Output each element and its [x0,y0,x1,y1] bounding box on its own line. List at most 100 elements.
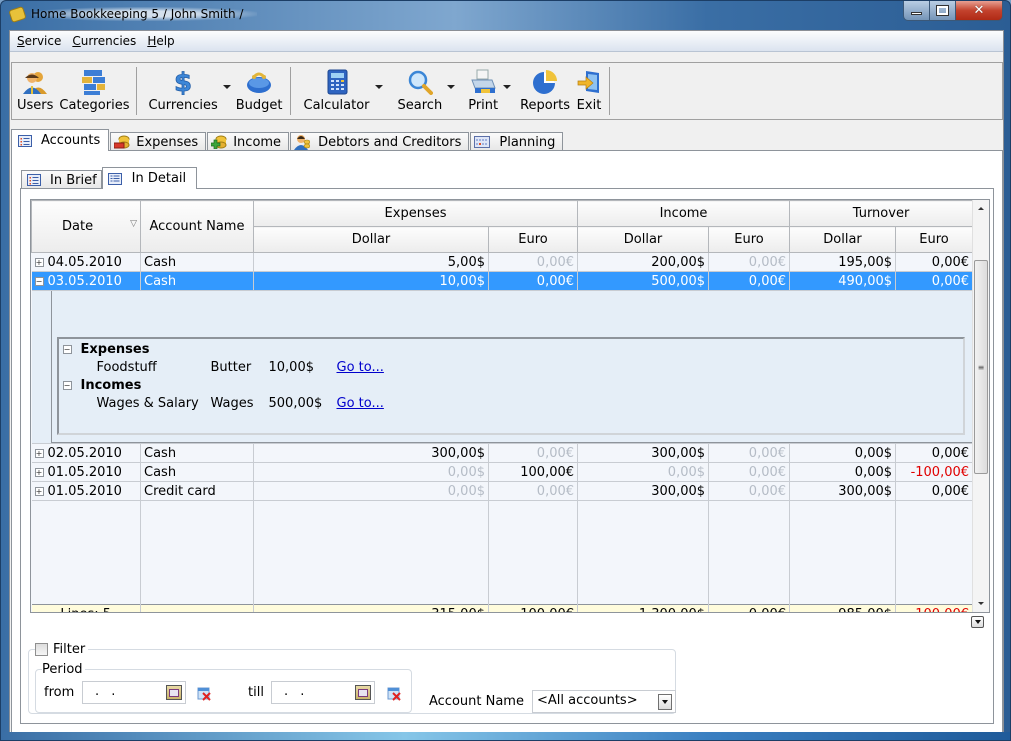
expand-icon[interactable]: + [34,448,44,458]
collapse-icon[interactable]: − [34,276,44,286]
tab-accounts[interactable]: Accounts [11,129,110,151]
search-dropdown-arrow[interactable] [445,67,457,115]
total-inc-eur: 0,00€ [708,604,791,612]
currencies-dropdown-arrow[interactable] [221,67,233,115]
detail-amount: 500,00$ [268,395,323,411]
calculator-button[interactable]: Calculator [301,67,373,115]
calendar-grid-icon [474,135,491,149]
go-to-link[interactable]: Go to... [337,396,384,411]
total-exp-usd: 315,00$ [253,604,489,612]
header-expenses-dollar[interactable]: Dollar [253,226,489,253]
calculator-dropdown-arrow[interactable] [373,67,385,115]
tab-debtors-creditors[interactable]: Debtors and Creditors [290,132,470,151]
collapse-icon[interactable]: − [62,344,72,354]
tab-planning[interactable]: Planning [470,132,564,151]
table-row[interactable]: +01.05.2010 Cash 0,00$ 100,00€ 0,00$ 0,0… [31,462,974,482]
from-date-input[interactable]: . . [82,681,186,704]
header-income-euro[interactable]: Euro [708,226,791,253]
cell-exp-eur: 0,00€ [488,271,579,291]
cell-exp-usd: 5,00$ [253,252,489,272]
collapse-icon[interactable]: − [62,380,72,390]
main-tab-strip: Accounts Expenses Income Debtors and Cre… [11,129,564,151]
exit-button[interactable]: Exit [573,67,605,115]
header-income-dollar[interactable]: Dollar [577,226,710,253]
sort-descending-icon: ▽ [130,219,137,229]
table-row-selected[interactable]: −03.05.2010 Cash 10,00$ 0,00€ 500,00$ 0,… [31,271,974,291]
group-label: Incomes [80,377,142,393]
currencies-button[interactable]: $ Currencies [145,67,220,115]
header-turnover-dollar[interactable]: Dollar [789,226,897,253]
list-icon [17,134,33,148]
header-account-name[interactable]: Account Name [140,200,254,253]
scroll-up-arrow[interactable] [973,200,989,217]
table-row[interactable]: +04.05.2010 Cash 5,00$ 0,00€ 200,00$ 0,0… [31,252,974,272]
menu-accel: C [72,34,81,48]
filter-checkbox[interactable] [35,643,48,656]
menu-currencies[interactable]: Currencies [68,31,143,51]
cell-inc-eur: 0,00€ [708,252,791,272]
search-button[interactable]: Search [395,67,446,115]
table-row[interactable]: +02.05.2010 Cash 300,00$ 0,00€ 300,00$ 0… [31,443,974,463]
detail-row: Wages & Salary Wages 500,00$ Go to... [59,394,963,412]
clear-date-icon[interactable] [386,685,402,701]
users-label: Users [17,98,54,113]
menu-label: urrencies [80,34,137,48]
go-to-link[interactable]: Go to... [337,360,384,375]
cell-turn-usd: 0,00$ [789,443,897,463]
scroll-thumb[interactable]: ≡ [974,260,988,474]
calendar-icon[interactable] [355,685,371,700]
client-area: Service Currencies Help Users Categories [9,30,1004,734]
tab-income[interactable]: Income [207,132,290,151]
header-label: Dollar [351,232,391,247]
title-bar[interactable]: Home Bookkeeping 5 / John Smith / ✕ [1,1,1010,29]
users-button[interactable]: Users [14,67,56,115]
header-expenses-euro[interactable]: Euro [487,226,579,253]
header-date[interactable]: Date ▽ [31,200,141,253]
cell-inc-eur: 0,00€ [708,462,791,482]
maximize-button[interactable] [930,1,956,21]
header-turnover-euro[interactable]: Euro [895,226,974,253]
categories-button[interactable]: Categories [56,67,132,115]
date-value: 04.05.2010 [47,254,122,270]
maximize-icon [936,5,949,16]
chevron-down-icon[interactable] [658,694,672,710]
currencies-label: Currencies [148,98,218,113]
print-button[interactable]: Print [465,67,501,115]
group-label: Expenses [80,341,150,357]
date-value: 03.05.2010 [47,273,122,289]
search-icon [407,69,433,95]
grid-vertical-scrollbar[interactable]: ≡ [972,200,989,612]
expand-icon[interactable]: + [34,486,44,496]
menu-help[interactable]: Help [143,31,181,51]
tab-in-detail[interactable]: In Detail [101,167,198,189]
accounts-panel: In Brief In Detail Date ▽ Account Name E… [11,150,1003,733]
header-label: Income [659,206,708,221]
totals-row: Lines: 5 315,00$ 100,00€ 1 300,00$ 0,00€… [31,604,974,612]
grid-options-dropdown[interactable] [971,616,984,628]
detail-category: Foodstuff [96,359,157,375]
detail-list-icon [107,172,123,186]
menu-service[interactable]: Service [13,31,68,51]
reports-button[interactable]: Reports [517,67,573,115]
print-dropdown-arrow[interactable] [501,67,513,115]
account-name-select[interactable]: <All accounts> [532,690,676,713]
clear-date-icon[interactable] [196,685,212,701]
table-row[interactable]: +01.05.2010 Credit card 0,00$ 0,00€ 300,… [31,481,974,501]
from-label: from [44,685,75,700]
till-date-input[interactable]: . . [271,681,375,704]
minimize-button[interactable] [903,1,930,21]
expand-icon[interactable]: + [34,257,44,267]
calendar-icon[interactable] [166,685,182,700]
svg-text:$: $ [174,69,192,95]
tab-expenses[interactable]: Expenses [110,132,207,151]
tab-in-brief[interactable]: In Brief [21,170,102,189]
budget-button[interactable]: Budget [233,67,286,115]
scroll-down-arrow[interactable] [973,595,989,612]
window-bottom-border [1,732,1010,740]
close-button[interactable]: ✕ [956,1,1003,21]
calculator-icon [324,69,350,95]
cell-exp-eur: 0,00€ [488,443,579,463]
menu-label: elp [156,34,175,48]
cell-inc-usd: 200,00$ [577,252,710,272]
expand-icon[interactable]: + [34,467,44,477]
